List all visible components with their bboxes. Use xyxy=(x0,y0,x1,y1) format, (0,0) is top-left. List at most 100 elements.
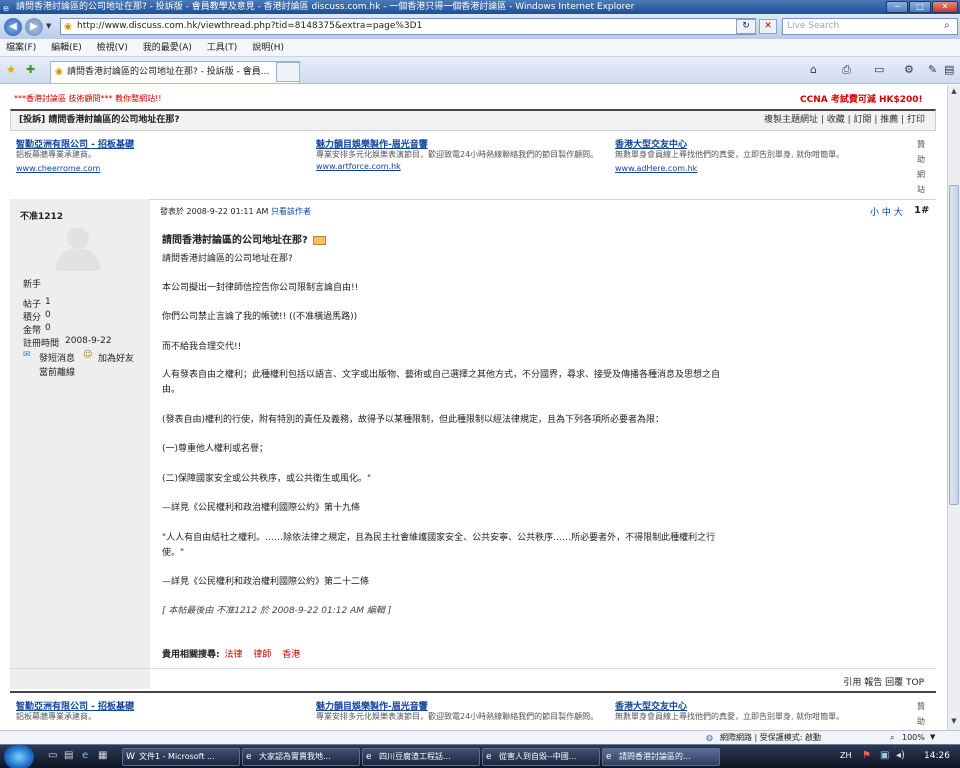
taskbar-item-label: 請問香港討論區的... xyxy=(619,752,691,761)
language-indicator[interactable]: ZH xyxy=(840,751,852,760)
zoom-dropdown-icon[interactable]: ▼ xyxy=(930,731,935,744)
ad-title[interactable]: 香港大型交友中心 xyxy=(615,699,905,712)
author-rank: 新手 xyxy=(23,280,42,290)
ad-title[interactable]: 香港大型交友中心 xyxy=(615,137,905,150)
ie-icon: e xyxy=(246,752,252,762)
search-input[interactable]: Live Search xyxy=(782,18,958,35)
tab-favicon-icon: ◉ xyxy=(55,67,63,77)
page-icon[interactable]: ▭ xyxy=(874,63,884,76)
ad-title[interactable]: 智勤亞洲有限公司 - 招板基礎 xyxy=(16,699,306,712)
forward-button[interactable]: ▶ xyxy=(25,18,43,36)
ad-desc: 無數單身會員線上尋找他們的真愛，立即告別單身, 就你咁簡單。 xyxy=(615,150,845,159)
money-value: 0 xyxy=(45,323,51,333)
network-icon[interactable]: ▣ xyxy=(880,750,889,761)
start-button[interactable] xyxy=(4,745,34,768)
menu-file[interactable]: 檔案(F) xyxy=(0,39,42,57)
ad-desc: 無數單身會員線上尋找他們的真愛，立即告別單身, 就你咁簡單。 xyxy=(615,712,845,721)
menu-favorites[interactable]: 我的最愛(A) xyxy=(137,39,198,57)
security-alert-icon[interactable]: ⚑ xyxy=(862,750,871,761)
toolbar-extra-icon[interactable]: ▤ xyxy=(944,63,954,76)
close-button[interactable]: ✕ xyxy=(932,1,958,13)
minimize-button[interactable]: ─ xyxy=(886,1,908,13)
scroll-down-icon[interactable]: ▼ xyxy=(949,717,959,727)
vertical-scrollbar[interactable]: ▲ ▼ xyxy=(947,85,960,730)
research-icon[interactable]: ✎ xyxy=(928,63,937,76)
status-zone[interactable]: 網際網路 | 受保護模式: 啟動 xyxy=(720,731,821,744)
only-author-link[interactable]: 只看該作者 xyxy=(271,207,311,216)
menu-tools[interactable]: 工具(T) xyxy=(201,39,244,57)
ad-url[interactable]: www.artforce.com.hk xyxy=(316,162,606,171)
ie-icon: e xyxy=(606,752,612,762)
post-date: 發表於 2008-9-22 01:11 AM xyxy=(160,207,269,216)
top-left-banner[interactable]: ***香港討論區 技術顧問*** 教你整網站!! xyxy=(14,93,162,104)
menu-view[interactable]: 檢視(V) xyxy=(91,39,134,57)
new-tab-button[interactable] xyxy=(276,62,300,82)
ad-block-3[interactable]: 香港大型交友中心 無數單身會員線上尋找他們的真愛，立即告別單身, 就你咁簡單。 … xyxy=(615,137,905,173)
tag-link[interactable]: 香港 xyxy=(282,650,300,660)
refresh-button[interactable]: ↻ xyxy=(736,19,756,34)
tag-link[interactable]: 法律 xyxy=(224,650,242,660)
sponsor-side-label-bottom: 贊助 xyxy=(917,702,925,726)
ad-block-1[interactable]: 智勤亞洲有限公司 - 招板基礎 鋁板幕牆專業承建商。 www.cheerrome… xyxy=(16,137,306,173)
ad-url[interactable]: www.cheerrome.com xyxy=(16,164,306,173)
ie-logo-icon: e xyxy=(3,4,10,14)
taskbar-item-ie-active[interactable]: e 請問香港討論區的... xyxy=(602,748,720,766)
print-icon[interactable]: ⎙ xyxy=(842,63,851,77)
avatar[interactable] xyxy=(52,227,104,271)
history-dropdown-icon[interactable]: ▼ xyxy=(46,22,51,30)
tab-bar: ★ ✚ ◉ 請問香港討論區的公司地址在那? - 投訴版 - 會員... ⌂ ⎙ … xyxy=(0,57,960,84)
clock[interactable]: 14:26 xyxy=(924,751,950,761)
ie-icon: e xyxy=(486,752,492,762)
menu-help[interactable]: 說明(H) xyxy=(246,39,290,57)
tab-active[interactable]: ◉ 請問香港討論區的公司地址在那? - 投訴版 - 會員... xyxy=(50,61,300,83)
thread-actions[interactable]: 複製主題網址 | 收藏 | 訂閱 | 推薦 | 打印 xyxy=(764,111,925,130)
author-name[interactable]: 不准1212 xyxy=(20,209,63,222)
taskbar-item-label: 從害人到自毀--中國... xyxy=(499,752,577,761)
tag-link[interactable]: 律師 xyxy=(253,650,271,660)
post-actions[interactable]: 引用 報告 回覆 TOP xyxy=(843,675,924,688)
add-friend-link[interactable]: 加為好友 xyxy=(98,351,134,364)
taskbar-item-word[interactable]: W 文件1 - Microsoft ... xyxy=(122,748,240,766)
ad-block-bottom-1[interactable]: 智勤亞洲有限公司 - 招板基礎 鋁板幕牆專業承建商。 xyxy=(16,699,306,722)
post-line: (一)尊重他人權利或名譽； xyxy=(162,444,269,454)
send-message-link[interactable]: 發短消息 xyxy=(39,351,75,364)
ad-block-2[interactable]: 魅力韻目娛樂製作-眉光音響 專業安排多元化娛樂表演節目，歡迎致電24小時熱線聯絡… xyxy=(316,137,606,171)
switch-windows-icon[interactable]: ▤ xyxy=(64,750,73,761)
favorites-star-icon[interactable]: ★ xyxy=(6,63,16,76)
post-line: 請問香港討論區的公司地址在那? xyxy=(162,254,293,264)
ie-quicklaunch-icon[interactable]: e xyxy=(82,750,88,761)
ad-desc: 專業安排多元化娛樂表演節目，歡迎致電24小時熱線聯絡我們的節目製作顧問。 xyxy=(316,150,599,159)
post-line: —詳見《公民權利和政治權利國際公約》第二十二條 xyxy=(162,577,370,587)
search-icon[interactable]: ⌕ xyxy=(944,20,950,31)
home-icon[interactable]: ⌂ xyxy=(810,63,817,76)
address-url: http://www.discuss.com.hk/viewthread.php… xyxy=(77,21,423,31)
explorer-quicklaunch-icon[interactable]: ▦ xyxy=(98,750,107,761)
address-bar[interactable]: ◉ http://www.discuss.com.hk/viewthread.p… xyxy=(60,18,756,35)
tab-label: 請問香港討論區的公司地址在那? - 投訴版 - 會員... xyxy=(67,67,270,77)
top-right-banner[interactable]: CCNA 考試費可減 HK$200! xyxy=(800,92,923,105)
scroll-thumb[interactable] xyxy=(949,185,959,505)
ad-desc: 鋁板幕牆專業承建商。 xyxy=(16,150,96,159)
ad-desc: 鋁板幕牆專業承建商。 xyxy=(16,712,96,721)
ad-title[interactable]: 魅力韻目娛樂製作-眉光音響 xyxy=(316,137,606,150)
ad-url[interactable]: www.adHere.com.hk xyxy=(615,164,905,173)
add-favorites-icon[interactable]: ✚ xyxy=(26,63,35,76)
stop-button[interactable]: ✕ xyxy=(759,19,777,34)
ad-title[interactable]: 智勤亞洲有限公司 - 招板基礎 xyxy=(16,137,306,150)
back-button[interactable]: ◀ xyxy=(4,18,22,36)
post-line: —詳見《公民權利和政治權利國際公約》第十九條 xyxy=(162,503,361,513)
zoom-level[interactable]: 100% xyxy=(902,731,925,744)
taskbar-item-ie-1[interactable]: e 大家認為實賣我地... xyxy=(242,748,360,766)
menu-edit[interactable]: 編輯(E) xyxy=(45,39,88,57)
scroll-up-icon[interactable]: ▲ xyxy=(949,87,959,97)
tools-gear-icon[interactable]: ⚙ xyxy=(904,63,914,76)
ad-block-bottom-3[interactable]: 香港大型交友中心 無數單身會員線上尋找他們的真愛，立即告別單身, 就你咁簡單。 xyxy=(615,699,905,722)
taskbar-item-ie-2[interactable]: e 四川豆腐渣工程話... xyxy=(362,748,480,766)
volume-icon[interactable]: ◂) xyxy=(896,750,905,761)
show-desktop-icon[interactable]: ▭ xyxy=(48,750,57,761)
maximize-button[interactable]: □ xyxy=(909,1,931,13)
ad-block-bottom-2[interactable]: 魅力韻目娛樂製作-眉光音響 專業安排多元化娛樂表演節目，歡迎致電24小時熱線聯絡… xyxy=(316,699,606,722)
font-size-switch[interactable]: 小 中 大 xyxy=(870,205,903,218)
ad-title[interactable]: 魅力韻目娛樂製作-眉光音響 xyxy=(316,699,606,712)
taskbar-item-ie-3[interactable]: e 從害人到自毀--中國... xyxy=(482,748,600,766)
